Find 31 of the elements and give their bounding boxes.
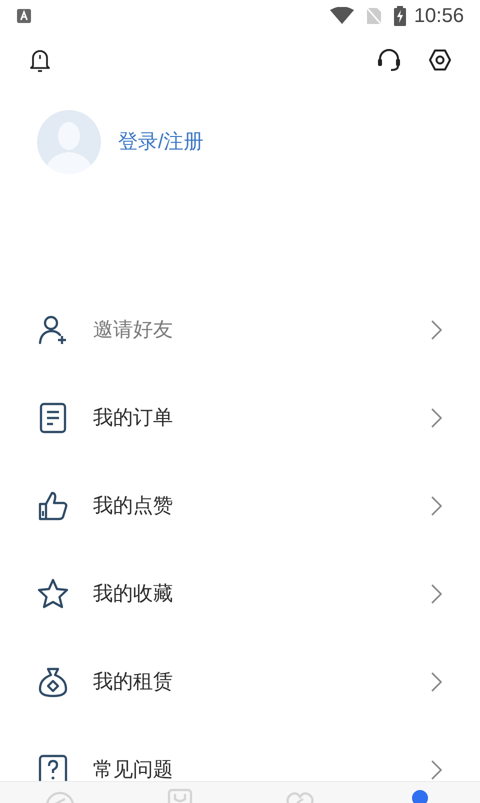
keyboard-indicator-icon — [16, 8, 32, 24]
document-icon — [37, 402, 69, 434]
menu-label: 我的点赞 — [93, 494, 174, 519]
money-bag-icon — [37, 666, 69, 698]
menu-item[interactable]: 我的点赞 — [0, 462, 480, 550]
settings-icon[interactable] — [428, 48, 452, 72]
chevron-right-icon — [431, 320, 442, 340]
chevron-right-icon — [431, 496, 442, 516]
headset-icon[interactable] — [376, 47, 402, 73]
menu-label: 我的收藏 — [93, 582, 174, 607]
bell-icon[interactable] — [28, 47, 52, 73]
chevron-right-icon — [431, 408, 442, 428]
menu-item[interactable]: 我的租赁 — [0, 638, 480, 726]
menu-item[interactable]: 我的收藏 — [0, 550, 480, 638]
battery-charging-icon — [394, 6, 406, 26]
menu-label: 我的租赁 — [93, 670, 174, 695]
star-icon — [37, 578, 69, 610]
menu-label: 常见问题 — [93, 758, 174, 783]
menu-label: 邀请好友 — [93, 318, 174, 343]
person-add-icon — [37, 314, 69, 346]
login-register-link[interactable]: 登录/注册 — [118, 127, 204, 157]
menu-item[interactable]: 邀请好友 — [0, 286, 480, 374]
menu-label: 我的订单 — [93, 406, 174, 431]
status-time: 10:56 — [414, 4, 464, 29]
chevron-right-icon — [431, 672, 442, 692]
no-sim-icon — [366, 7, 382, 25]
wifi-icon — [330, 7, 354, 25]
menu-item[interactable]: 我的订单 — [0, 374, 480, 462]
chevron-right-icon — [431, 760, 442, 780]
chevron-right-icon — [431, 584, 442, 604]
thumbs-up-icon — [37, 490, 69, 522]
